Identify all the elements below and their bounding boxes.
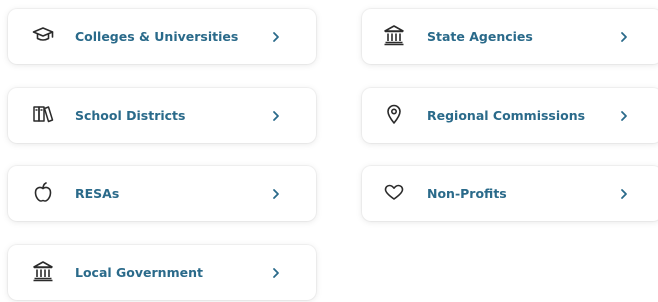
link-label: RESAs xyxy=(75,186,120,201)
chevron-right-icon xyxy=(619,30,629,44)
link-card-local-government[interactable]: Local Government xyxy=(8,245,316,300)
chevron-right-icon xyxy=(619,109,629,123)
government-building-icon xyxy=(383,23,405,47)
link-card-resas[interactable]: RESAs xyxy=(8,166,316,221)
books-icon xyxy=(32,102,54,126)
link-label: Local Government xyxy=(75,265,203,280)
government-building-icon xyxy=(32,259,54,283)
link-label: Non-Profits xyxy=(427,186,507,201)
chevron-right-icon xyxy=(619,187,629,201)
link-card-regional-commissions[interactable]: Regional Commissions xyxy=(362,88,658,143)
link-label: State Agencies xyxy=(427,29,533,44)
link-label: Regional Commissions xyxy=(427,108,586,123)
link-card-colleges-universities[interactable]: Colleges & Universities xyxy=(8,9,316,64)
link-label: Colleges & Universities xyxy=(75,29,239,44)
graduation-cap-icon xyxy=(32,23,54,47)
chevron-right-icon xyxy=(271,109,281,123)
heart-icon xyxy=(383,180,405,204)
link-card-non-profits[interactable]: Non-Profits xyxy=(362,166,658,221)
apple-icon xyxy=(32,180,54,204)
link-label: School Districts xyxy=(75,108,186,123)
chevron-right-icon xyxy=(271,187,281,201)
link-card-school-districts[interactable]: School Districts xyxy=(8,88,316,143)
chevron-right-icon xyxy=(271,266,281,280)
map-pin-icon xyxy=(383,102,405,126)
link-card-state-agencies[interactable]: State Agencies xyxy=(362,9,658,64)
chevron-right-icon xyxy=(271,30,281,44)
